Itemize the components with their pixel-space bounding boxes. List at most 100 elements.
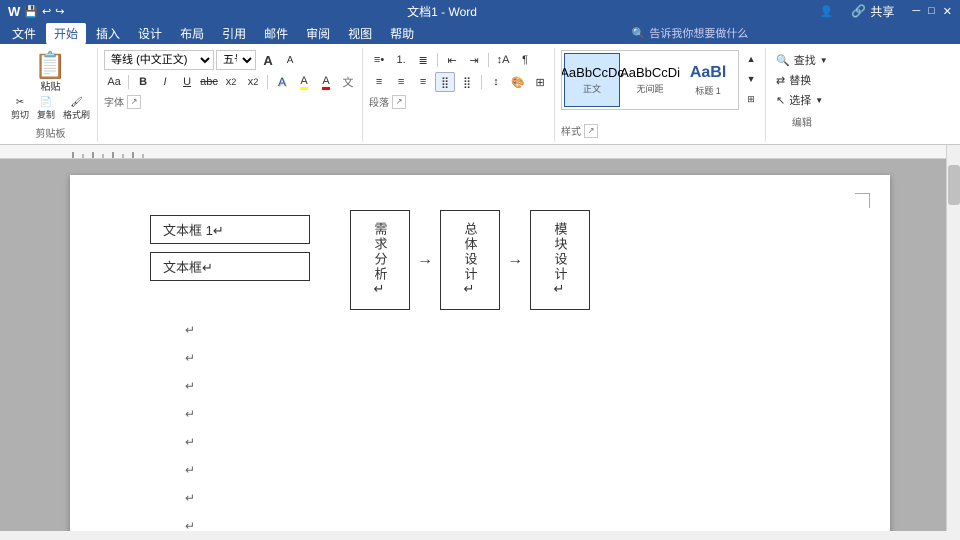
text-highlight-button[interactable]: A	[294, 72, 314, 92]
menu-item-view[interactable]: 视图	[340, 23, 380, 44]
font-shrink-button[interactable]: A	[280, 50, 300, 70]
align-center-button[interactable]: ≡	[391, 72, 411, 92]
format-painter-button[interactable]: 🖌 格式刷	[60, 95, 93, 123]
font-expand-button[interactable]: ↗	[127, 95, 141, 109]
shading-button[interactable]: 🎨	[508, 72, 528, 92]
menu-item-layout[interactable]: 布局	[172, 23, 212, 44]
styles-expand-button[interactable]: ⊞	[741, 90, 761, 108]
strikethrough-button[interactable]: abc	[199, 72, 219, 92]
para-mark-5: ↵	[185, 435, 195, 449]
paste-button[interactable]: 📋 粘贴	[30, 50, 70, 95]
font-group-label: 字体	[104, 94, 124, 109]
menu-item-insert[interactable]: 插入	[88, 23, 128, 44]
menu-item-file[interactable]: 文件	[4, 23, 44, 44]
user-icon[interactable]: 👤	[820, 5, 834, 18]
align-right-button[interactable]: ≡	[413, 72, 433, 92]
para-group-label: 段落	[369, 94, 389, 109]
copy-button[interactable]: 📄 复制	[34, 95, 58, 123]
minimize-button[interactable]: ─	[912, 5, 920, 17]
styles-group-label: 样式	[561, 123, 581, 138]
select-dropdown-icon: ▼	[815, 96, 823, 105]
paste-label: 粘贴	[41, 78, 61, 93]
font-size-select[interactable]: 五号 小四 四号	[216, 50, 256, 70]
ruler	[0, 145, 946, 159]
text-box-1[interactable]: 文本框 1↵	[150, 215, 310, 244]
styles-group: AaBbCcDc 正文 AaBbCcDi 无间距 AaBl 标题 1	[557, 48, 766, 142]
menu-item-design[interactable]: 设计	[130, 23, 170, 44]
close-button[interactable]: ✕	[943, 5, 952, 18]
menu-item-review[interactable]: 审阅	[298, 23, 338, 44]
vertical-scrollbar[interactable]	[946, 145, 960, 531]
paste-area: 📋 粘贴	[8, 50, 93, 95]
menu-item-help[interactable]: 帮助	[382, 23, 422, 44]
bullets-button[interactable]: ≡•	[369, 50, 389, 70]
flow-box-2: 总体设计↵	[440, 210, 500, 310]
font-family-select[interactable]: 等线 (中文正文)	[104, 50, 214, 70]
find-button[interactable]: 🔍 查找 ▼	[772, 50, 832, 70]
bold-button[interactable]: B	[133, 72, 153, 92]
scrollbar-thumb	[948, 165, 960, 205]
font-group-label-row: 字体 ↗	[104, 94, 358, 109]
search-icon: 🔍	[776, 54, 790, 67]
numbering-button[interactable]: 1.	[391, 50, 411, 70]
borders-button[interactable]: ⊞	[530, 72, 550, 92]
distribute-button[interactable]: ⣿	[457, 72, 477, 92]
show-marks-button[interactable]: ¶	[515, 50, 535, 70]
style-item-nospace[interactable]: AaBbCcDi 无间距	[622, 53, 678, 107]
quick-access-save[interactable]: 💾	[24, 5, 38, 18]
multi-level-list-button[interactable]: ≣	[413, 50, 433, 70]
quick-access-undo[interactable]: ↩	[42, 5, 51, 18]
para-expand-button[interactable]: ↗	[392, 95, 406, 109]
text-effect-button[interactable]: A	[272, 72, 292, 92]
cut-button[interactable]: ✂ 剪切	[8, 95, 32, 123]
clipboard-group: 📋 粘贴 ✂ 剪切 📄 复制 🖌 格式刷 剪贴板	[4, 48, 98, 142]
styles-scroll-inner: AaBbCcDc 正文 AaBbCcDi 无间距 AaBl 标题 1	[562, 51, 738, 109]
replace-label: 替换	[789, 72, 811, 88]
case-button[interactable]: Aa	[104, 72, 124, 92]
paragraph-group: ≡• 1. ≣ ⇤ ⇥ ↕A ¶ ≡ ≡ ≡ ⣿ ⣿ ↕ 🎨 ⊞	[365, 48, 555, 142]
wubi-button[interactable]: 文	[338, 72, 358, 92]
style-item-normal[interactable]: AaBbCcDc 正文	[564, 53, 620, 107]
find-label: 查找	[794, 52, 816, 68]
style-item-heading1[interactable]: AaBl 标题 1	[680, 53, 736, 107]
para-mark-1: ↵	[185, 323, 195, 337]
align-left-button[interactable]: ≡	[369, 72, 389, 92]
editing-group: 🔍 查找 ▼ ⇄ 替换 ↖ 选择 ▼ 编辑	[768, 48, 836, 142]
decrease-indent-button[interactable]: ⇤	[442, 50, 462, 70]
styles-group-label-row: 样式 ↗	[561, 123, 761, 138]
styles-scroll-down[interactable]: ▼	[741, 70, 761, 88]
style-preview-heading1: AaBl	[690, 64, 726, 82]
maximize-button[interactable]: □	[928, 5, 935, 17]
tell-me-search[interactable]: 🔍 告诉我你想要做什么	[424, 25, 956, 41]
find-dropdown-icon: ▼	[820, 56, 828, 65]
title-bar-right: 👤 🔗 共享 ─ □ ✕	[820, 1, 952, 22]
para-row2: ≡ ≡ ≡ ⣿ ⣿ ↕ 🎨 ⊞	[369, 72, 550, 92]
menu-item-reference[interactable]: 引用	[214, 23, 254, 44]
quick-access-redo[interactable]: ↪	[55, 5, 64, 18]
para-mark-8: ↵	[185, 519, 195, 531]
font-grow-button[interactable]: A	[258, 50, 278, 70]
para-mark-4: ↵	[185, 407, 195, 421]
menu-item-mail[interactable]: 邮件	[256, 23, 296, 44]
underline-button[interactable]: U	[177, 72, 197, 92]
replace-button[interactable]: ⇄ 替换	[772, 70, 832, 90]
share-button[interactable]: 🔗 共享	[841, 1, 904, 22]
ruler-mark	[142, 154, 144, 158]
styles-scroll-up[interactable]: ▲	[741, 50, 761, 68]
para-mark-2: ↵	[185, 351, 195, 365]
superscript-button[interactable]: x2	[243, 72, 263, 92]
font-color-button[interactable]: A	[316, 72, 336, 92]
increase-indent-button[interactable]: ⇥	[464, 50, 484, 70]
sort-button[interactable]: ↕A	[493, 50, 513, 70]
subscript-button[interactable]: x2	[221, 72, 241, 92]
select-button[interactable]: ↖ 选择 ▼	[772, 90, 832, 110]
italic-button[interactable]: I	[155, 72, 175, 92]
text-box-2[interactable]: 文本框↵	[150, 252, 310, 281]
line-spacing-button[interactable]: ↕	[486, 72, 506, 92]
styles-row: AaBbCcDc 正文 AaBbCcDi 无间距 AaBl 标题 1	[561, 50, 761, 121]
menu-item-start[interactable]: 开始	[46, 23, 86, 44]
justify-button[interactable]: ⣿	[435, 72, 455, 92]
styles-expand-btn[interactable]: ↗	[584, 124, 598, 138]
ruler-mark	[132, 152, 134, 158]
style-preview-normal: AaBbCcDc	[561, 65, 624, 80]
